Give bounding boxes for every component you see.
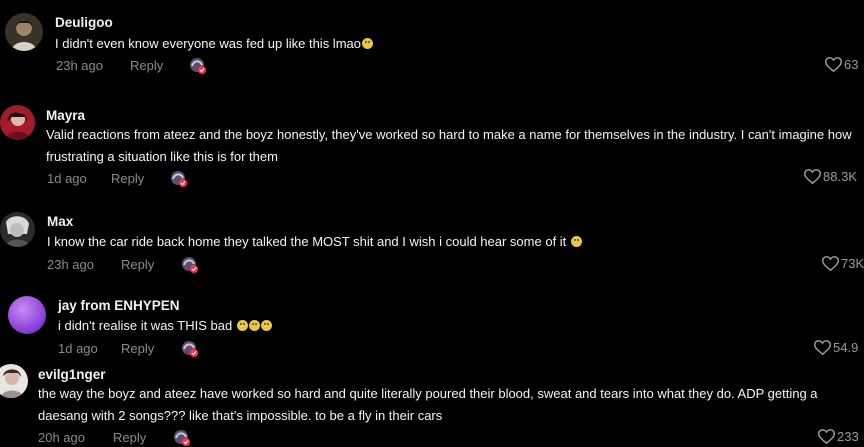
comment-text: Valid reactions from ateez and the boyz … bbox=[46, 124, 852, 168]
grimace-emoji-icon bbox=[260, 320, 272, 331]
comment-item: jay from ENHYPEN i didn't realise it was… bbox=[0, 286, 864, 360]
comment-item: Max I know the car ride back home they t… bbox=[0, 198, 864, 286]
like-button[interactable]: 54.9 bbox=[814, 340, 858, 355]
creator-liked-badge-icon bbox=[190, 58, 206, 74]
comment-text: I didn't even know everyone was fed up l… bbox=[55, 33, 835, 55]
comment-username[interactable]: Max bbox=[47, 214, 73, 229]
like-button[interactable]: 88.3K bbox=[804, 169, 857, 184]
creator-liked-badge-icon bbox=[174, 430, 190, 446]
grimace-emoji-icon bbox=[236, 320, 248, 331]
reply-button[interactable]: Reply bbox=[121, 257, 154, 272]
comment-text: I know the car ride back home they talke… bbox=[47, 231, 827, 253]
comment-text-body: the way the boyz and ateez have worked s… bbox=[38, 386, 818, 423]
like-count: 63 bbox=[844, 57, 859, 72]
comment-username[interactable]: jay from ENHYPEN bbox=[58, 298, 180, 313]
reply-button[interactable]: Reply bbox=[111, 171, 144, 186]
avatar[interactable] bbox=[0, 364, 28, 398]
comment-timestamp: 1d ago bbox=[47, 171, 87, 186]
creator-liked-badge-icon bbox=[182, 341, 198, 357]
comment-item: Deuligoo I didn't even know everyone was… bbox=[0, 0, 864, 88]
user-avatar-icon bbox=[0, 212, 35, 247]
comment-text: the way the boyz and ateez have worked s… bbox=[38, 383, 856, 427]
comment-username[interactable]: Deuligoo bbox=[55, 15, 113, 30]
comment-timestamp: 20h ago bbox=[38, 430, 85, 445]
grimace-emoji-icon bbox=[248, 320, 260, 331]
user-avatar-icon bbox=[0, 364, 28, 398]
like-button[interactable]: 63 bbox=[825, 57, 858, 72]
creator-liked-badge-icon bbox=[171, 171, 187, 187]
grimace-emoji-icon bbox=[361, 38, 373, 49]
grimace-emoji-icon bbox=[570, 236, 582, 247]
avatar[interactable] bbox=[0, 105, 35, 140]
heart-outline-icon bbox=[825, 57, 842, 72]
avatar[interactable] bbox=[8, 296, 46, 334]
creator-liked-badge-icon bbox=[182, 257, 198, 273]
heart-outline-icon bbox=[818, 429, 835, 444]
avatar[interactable] bbox=[5, 13, 43, 51]
comment-text: i didn't realise it was THIS bad bbox=[58, 315, 758, 337]
comment-text-body: Valid reactions from ateez and the boyz … bbox=[46, 127, 852, 164]
avatar[interactable] bbox=[0, 212, 35, 247]
user-avatar-icon bbox=[8, 296, 46, 334]
comment-item: evilg1nger the way the boyz and ateez ha… bbox=[0, 360, 864, 447]
like-count: 54.9 bbox=[833, 340, 859, 355]
comment-username[interactable]: Mayra bbox=[46, 108, 85, 123]
comment-text-body: I know the car ride back home they talke… bbox=[47, 234, 567, 249]
comment-username[interactable]: evilg1nger bbox=[38, 367, 106, 382]
like-count: 88.3K bbox=[823, 169, 857, 184]
comment-timestamp: 1d ago bbox=[58, 341, 98, 356]
reply-button[interactable]: Reply bbox=[121, 341, 154, 356]
heart-outline-icon bbox=[822, 256, 839, 271]
comment-text-body: I didn't even know everyone was fed up l… bbox=[55, 36, 361, 51]
reply-button[interactable]: Reply bbox=[130, 58, 163, 73]
reply-button[interactable]: Reply bbox=[113, 430, 146, 445]
user-avatar-icon bbox=[0, 105, 35, 140]
heart-outline-icon bbox=[804, 169, 821, 184]
comment-item: Mayra Valid reactions from ateez and the… bbox=[0, 88, 864, 198]
comment-timestamp: 23h ago bbox=[47, 257, 94, 272]
comment-text-body: i didn't realise it was THIS bad bbox=[58, 318, 233, 333]
heart-outline-icon bbox=[814, 340, 831, 355]
like-count: 233 bbox=[837, 429, 859, 444]
user-avatar-icon bbox=[5, 13, 43, 51]
like-button[interactable]: 233 bbox=[818, 429, 859, 444]
comment-timestamp: 23h ago bbox=[56, 58, 103, 73]
like-button[interactable]: 73K bbox=[822, 256, 864, 271]
like-count: 73K bbox=[841, 256, 864, 271]
